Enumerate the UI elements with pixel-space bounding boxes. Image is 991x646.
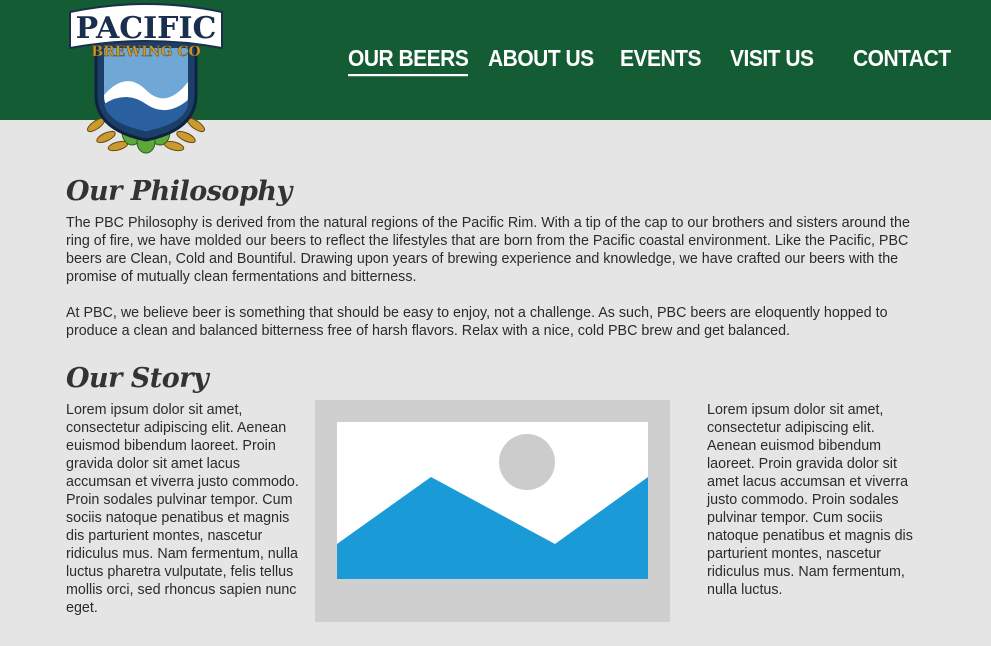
story-left-text: Lorem ipsum dolor sit amet, consectetur … <box>66 402 299 616</box>
story-image-placeholder <box>315 400 670 622</box>
nav-visit-us[interactable]: VISIT US <box>730 46 814 73</box>
story-right-text: Lorem ipsum dolor sit amet, consectetur … <box>707 402 913 598</box>
nav-about-us[interactable]: ABOUT US <box>488 46 594 73</box>
philosophy-paragraph-1: The PBC Philosophy is derived from the n… <box>66 215 910 285</box>
story-heading: Our Story <box>66 363 209 394</box>
svg-text:BREWING CO: BREWING CO <box>91 44 200 60</box>
philosophy-heading: Our Philosophy <box>66 176 292 207</box>
pacific-brewing-logo[interactable]: PACIFIC BREWING CO <box>66 0 226 160</box>
site-header: PACIFIC BREWING CO OUR BEERS ABOUT US EV… <box>0 0 991 154</box>
svg-text:PACIFIC: PACIFIC <box>76 11 217 46</box>
image-placeholder-icon <box>337 422 648 579</box>
nav-our-beers[interactable]: OUR BEERS <box>348 46 469 77</box>
philosophy-paragraph-2: At PBC, we believe beer is something tha… <box>66 305 888 339</box>
nav-events[interactable]: EVENTS <box>620 46 702 73</box>
logo-emblem-icon: PACIFIC BREWING CO <box>69 3 223 154</box>
nav-contact[interactable]: CONTACT <box>853 46 951 73</box>
